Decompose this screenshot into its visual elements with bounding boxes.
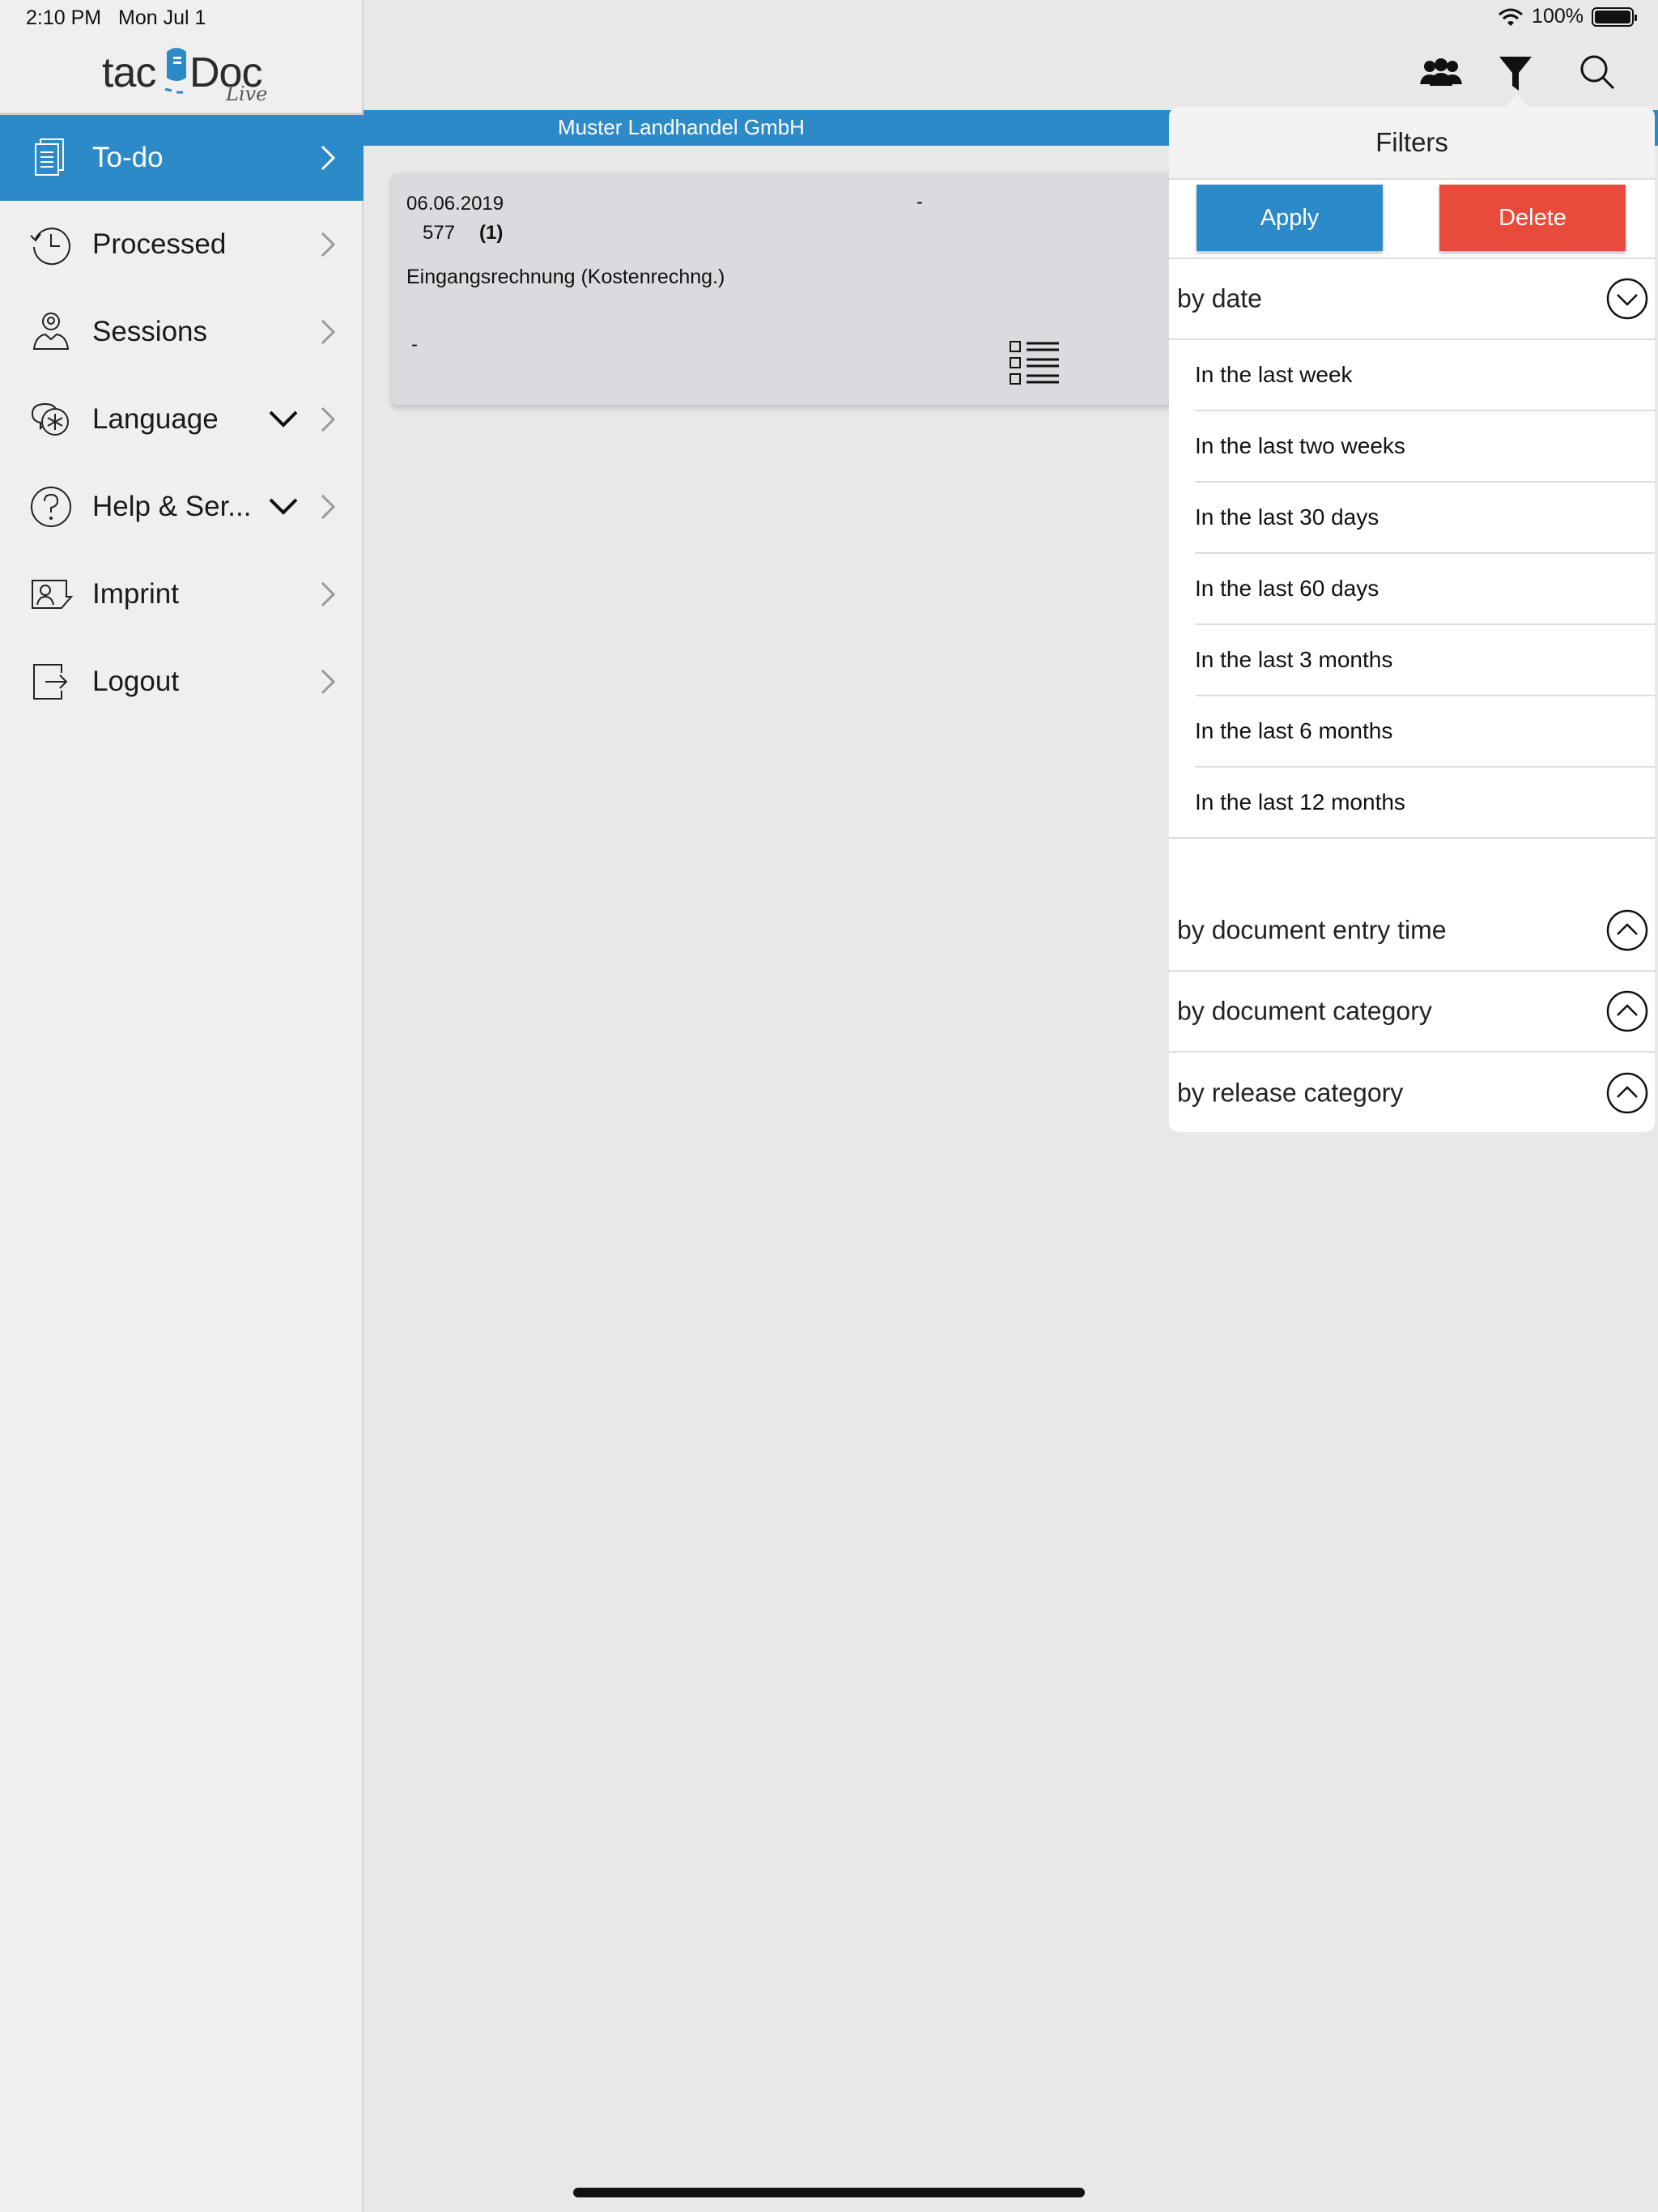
- chevron-right-icon: [321, 581, 336, 607]
- sidebar: tac Doc Live To-do Processed Sessions La…: [0, 0, 363, 2212]
- filter-section-category[interactable]: by document category: [1169, 972, 1655, 1053]
- chevron-up-circle-icon[interactable]: [1606, 1072, 1648, 1114]
- sidebar-item-language[interactable]: Language: [0, 376, 363, 463]
- sidebar-item-processed[interactable]: Processed: [0, 201, 363, 288]
- date-option[interactable]: In the last 6 months: [1195, 696, 1655, 768]
- app-root: tac Doc Live To-do Processed Sessions La…: [0, 0, 1658, 2212]
- brand-logo: tac Doc Live: [100, 45, 270, 110]
- sidebar-item-label: Language: [92, 403, 219, 435]
- filter-icon[interactable]: [1498, 55, 1533, 92]
- status-time: 2:10 PM: [26, 6, 102, 29]
- chevron-down-circle-icon[interactable]: [1606, 278, 1648, 320]
- chevron-down-icon[interactable]: [267, 496, 300, 517]
- date-option[interactable]: In the last 3 months: [1195, 625, 1655, 696]
- help-icon: [31, 487, 71, 527]
- date-options-list: In the last week In the last two weeks I…: [1169, 340, 1655, 839]
- brand-sub: Live: [226, 83, 268, 105]
- imprint-icon: [32, 580, 73, 609]
- status-date: Mon Jul 1: [118, 6, 206, 29]
- document-card[interactable]: 06.06.2019 - 577 (1) Eingangsrechnung (K…: [392, 173, 1218, 405]
- status-indicators: 100%: [1498, 5, 1637, 28]
- logout-icon: [33, 664, 68, 700]
- sidebar-item-help[interactable]: Help & Ser...: [0, 463, 363, 551]
- sidebar-item-logout[interactable]: Logout: [0, 638, 363, 725]
- document-field-empty: -: [411, 334, 418, 355]
- chevron-right-icon: [321, 232, 336, 257]
- date-option[interactable]: In the last 30 days: [1195, 483, 1655, 554]
- brand-part1: tac: [102, 49, 156, 96]
- document-number: 577: [423, 222, 456, 244]
- sidebar-item-label: Help & Ser...: [92, 491, 252, 522]
- document-type: Eingangsrechnung (Kostenrechng.): [406, 266, 725, 288]
- delete-button[interactable]: Delete: [1439, 185, 1626, 251]
- filter-section-date[interactable]: by date: [1169, 259, 1655, 340]
- document-count: (1): [479, 222, 504, 244]
- filter-actions: Apply Delete: [1169, 180, 1655, 259]
- filter-section-release[interactable]: by release category: [1169, 1053, 1655, 1132]
- sidebar-menu: To-do Processed Sessions Language Help &…: [0, 115, 363, 725]
- document-field-empty: -: [916, 191, 923, 213]
- list-details-icon[interactable]: [1009, 340, 1061, 387]
- sidebar-item-todo[interactable]: To-do: [0, 115, 363, 201]
- apply-button[interactable]: Apply: [1197, 185, 1383, 251]
- date-option[interactable]: In the last 60 days: [1195, 554, 1655, 625]
- search-icon[interactable]: [1579, 53, 1616, 91]
- date-option[interactable]: In the last 12 months: [1169, 768, 1655, 839]
- battery-icon: [1592, 6, 1637, 27]
- chevron-right-icon: [321, 669, 336, 695]
- sidebar-item-label: To-do: [92, 142, 164, 173]
- company-name: Muster Landhandel GmbH: [558, 115, 805, 139]
- date-option[interactable]: In the last week: [1195, 340, 1655, 411]
- filters-title: Filters: [1169, 107, 1655, 180]
- sidebar-item-imprint[interactable]: Imprint: [0, 551, 363, 638]
- filter-section-entry-time[interactable]: by document entry time: [1169, 891, 1655, 972]
- sidebar-item-label: Sessions: [92, 316, 208, 347]
- wifi-icon: [1499, 8, 1524, 26]
- sidebar-item-label: Logout: [92, 666, 180, 697]
- sidebar-item-sessions[interactable]: Sessions: [0, 288, 363, 376]
- section-label: by document category: [1177, 996, 1432, 1026]
- chevron-up-circle-icon[interactable]: [1606, 909, 1648, 951]
- chevron-down-icon[interactable]: [267, 409, 300, 430]
- date-option[interactable]: In the last two weeks: [1195, 411, 1655, 483]
- section-label: by release category: [1177, 1078, 1404, 1108]
- group-icon[interactable]: [1418, 57, 1464, 89]
- filters-panel: Filters Apply Delete by date In the last…: [1169, 107, 1655, 1132]
- sidebar-item-label: Processed: [92, 228, 227, 260]
- section-label: by document entry time: [1177, 915, 1447, 945]
- chevron-right-icon: [321, 494, 336, 520]
- sidebar-item-label: Imprint: [92, 578, 179, 610]
- battery-percent: 100%: [1532, 5, 1584, 28]
- history-icon: [30, 228, 70, 266]
- user-session-icon: [32, 313, 70, 350]
- home-indicator[interactable]: [573, 2188, 1085, 2197]
- language-icon: [31, 402, 69, 436]
- chevron-up-circle-icon[interactable]: [1606, 990, 1648, 1032]
- chevron-right-icon: [321, 145, 336, 171]
- chevron-right-icon: [321, 319, 336, 345]
- documents-icon: [35, 138, 64, 176]
- document-date: 06.06.2019: [406, 193, 504, 215]
- section-label: by date: [1177, 283, 1262, 313]
- chevron-right-icon: [321, 406, 336, 432]
